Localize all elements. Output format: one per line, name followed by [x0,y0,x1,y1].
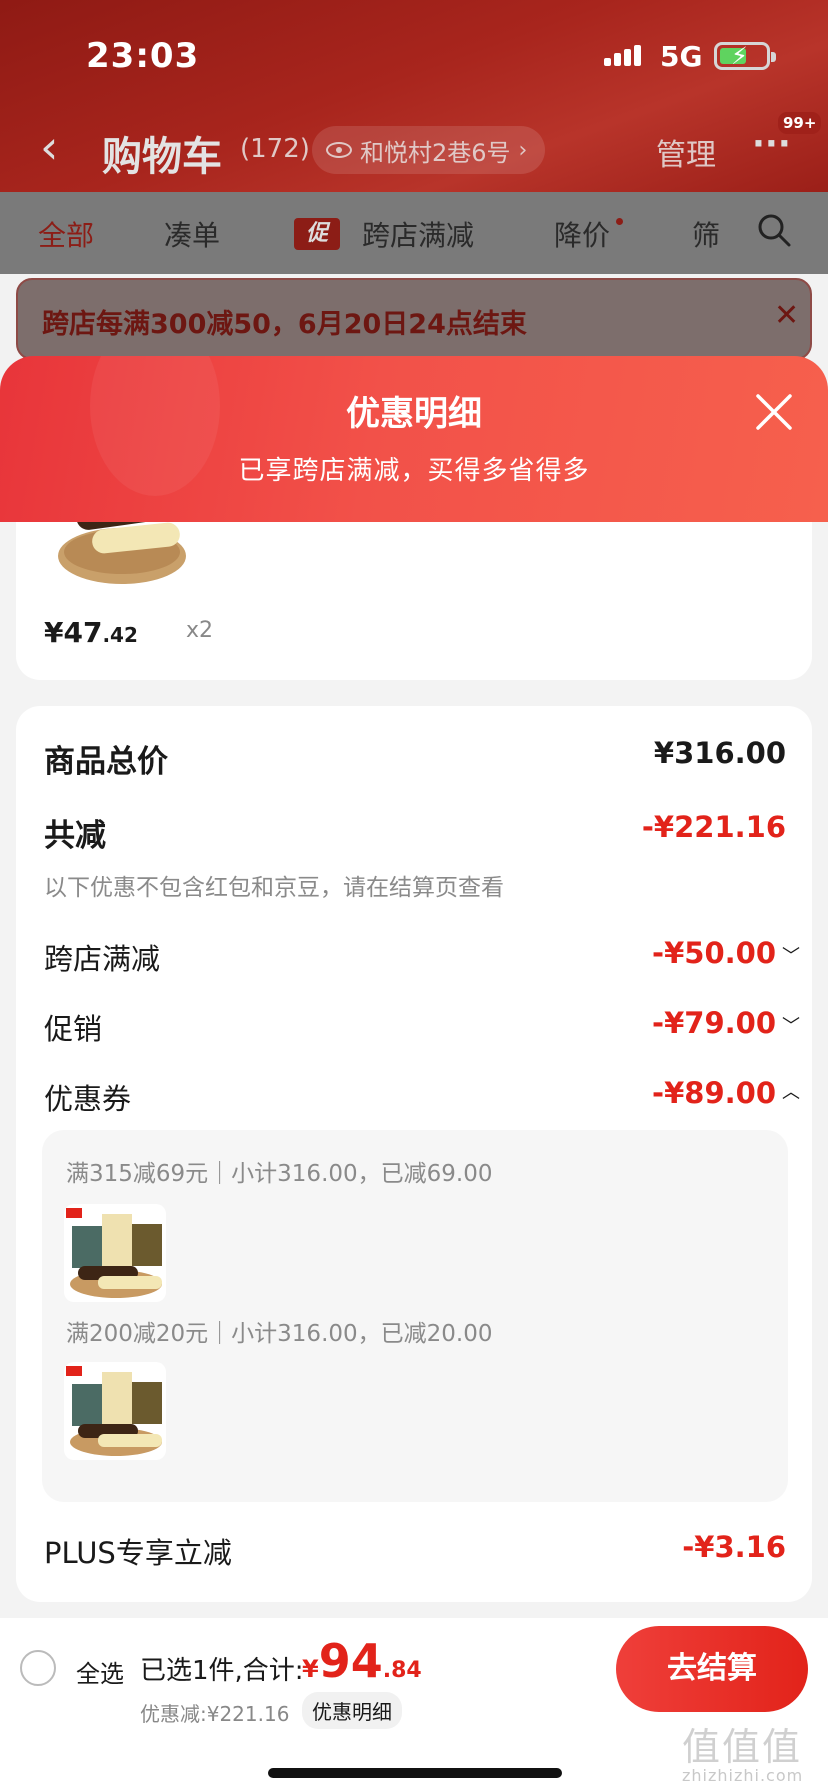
promo-tag: 促 [294,218,340,250]
tab-price-drop[interactable]: 降价 [554,214,610,254]
total-label: 商品总价 [44,744,168,780]
coupon-line: 满315减69元｜小计316.00，已减69.00 [66,1161,493,1187]
close-icon[interactable] [752,390,796,434]
filter-tabs: 全部 凑单 促 跨店满减 降价 筛 [0,192,828,274]
manage-button[interactable]: 管理 [656,130,716,174]
tab-filter[interactable]: 筛 [692,214,720,254]
clock: 23:03 [86,36,200,76]
watermark-url: zhizhizhi.com [682,1766,804,1785]
discount-detail-button[interactable]: 优惠明细 [302,1692,402,1729]
checkout-button[interactable]: 去结算 [616,1626,808,1712]
checkout-bar: 全选 已选1件,合计: ¥94.84 优惠减:¥221.16 优惠明细 去结算 … [0,1618,828,1792]
chevron-up-icon[interactable]: ︿ [782,1078,800,1104]
tab-all[interactable]: 全部 [38,214,94,254]
product-quantity: x2 [186,618,214,643]
product-price: ¥47.42 [44,616,138,649]
selected-summary: 已选1件,合计: [140,1656,304,1686]
watermark: 值值值 [682,1725,803,1769]
cart-count: (172) [240,134,310,164]
message-badge: 99+ [778,112,822,134]
close-icon[interactable]: ✕ [774,298,799,333]
network-label: 5G [660,40,703,73]
page-title: 购物车 [102,134,222,180]
coupon-label: 优惠券 [44,1082,132,1116]
eye-icon [326,142,352,158]
promo-text: 跨店每满300减50，6月20日24点结束 [42,309,527,340]
chevron-down-icon[interactable]: ﹀ [782,942,800,968]
tab-cross-store[interactable]: 跨店满减 [362,214,474,254]
product-thumbnail[interactable] [64,1362,166,1460]
select-all-label[interactable]: 全选 [76,1654,124,1689]
back-icon[interactable]: ‹ [40,120,58,174]
sheet-title: 优惠明细 [346,394,482,434]
signal-icon [604,45,641,66]
chevron-down-icon[interactable]: ﹀ [782,1012,800,1038]
select-all-checkbox[interactable] [20,1650,56,1686]
discount-amount: 优惠减:¥221.16 [140,1702,290,1726]
product-card: ¥47.42 x2 [16,500,812,680]
total-price: ¥94.84 [302,1634,422,1688]
address-selector[interactable]: 和悦村2巷6号 › [312,126,546,174]
tab-bundle[interactable]: 凑单 [164,214,220,254]
discount-detail-card: 商品总价 ¥316.00 共减 -¥221.16 以下优惠不包含红包和京豆，请在… [16,706,812,1602]
promotion-value[interactable]: -¥79.00 [652,1006,776,1040]
coupon-breakdown: 满315减69元｜小计316.00，已减69.00 满200减20元｜小计316… [42,1130,788,1502]
promo-banner: 跨店每满300减50，6月20日24点结束 ✕ [16,278,812,360]
plus-value: -¥3.16 [682,1530,786,1564]
reduce-value: -¥221.16 [641,810,786,844]
sheet-header: 优惠明细 已享跨店满减，买得多省得多 [0,356,828,522]
header: 23:03 5G ⚡ ‹ 购物车 (172) 和悦村2巷6号 › 管理 ··· … [0,0,828,192]
navbar: ‹ 购物车 (172) 和悦村2巷6号 › 管理 ··· 99+ [0,110,828,192]
reduce-label: 共减 [44,818,106,854]
plus-label: PLUS专享立减 [44,1536,232,1570]
address-text: 和悦村2巷6号 [360,138,511,167]
sheet-subtitle: 已享跨店满减，买得多省得多 [238,456,590,486]
chevron-right-icon: › [518,137,528,163]
new-dot [616,218,623,225]
promotion-label: 促销 [44,1012,103,1046]
coupon-line: 满200减20元｜小计316.00，已减20.00 [66,1321,493,1347]
battery-icon: ⚡ [714,42,776,70]
total-value: ¥316.00 [653,736,786,770]
status-bar: 23:03 5G ⚡ [0,0,828,110]
cross-store-label: 跨店满减 [44,942,161,976]
search-icon[interactable] [756,212,792,248]
coupon-value[interactable]: -¥89.00 [652,1076,776,1110]
reduce-note: 以下优惠不包含红包和京豆，请在结算页查看 [44,875,504,901]
home-indicator[interactable] [268,1768,562,1778]
cross-store-value[interactable]: -¥50.00 [652,936,776,970]
product-thumbnail[interactable] [64,1204,166,1302]
